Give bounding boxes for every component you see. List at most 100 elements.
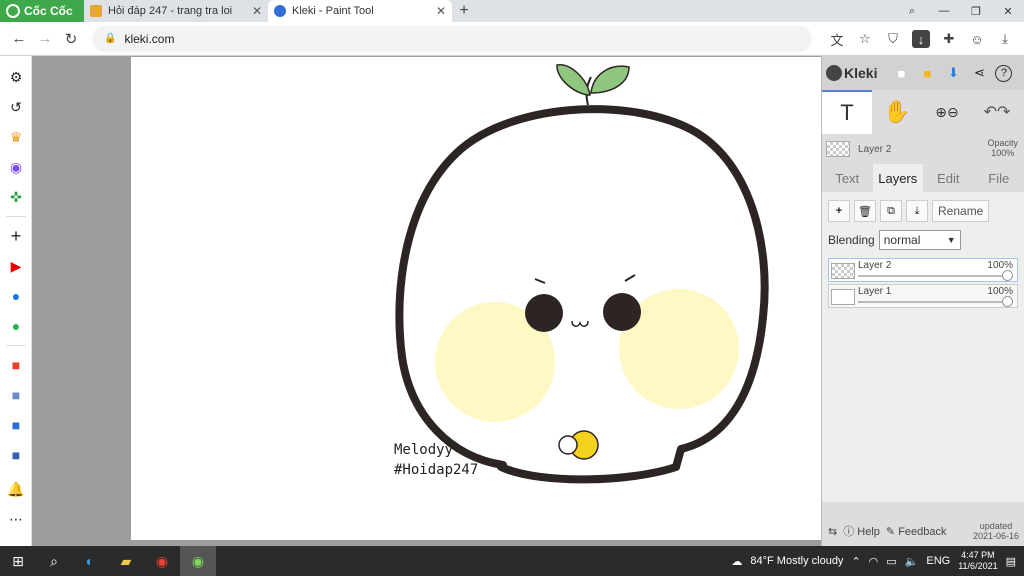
wifi-icon[interactable]: ◠ (869, 555, 879, 568)
blending-row: Blending normal ▼ (828, 230, 1018, 250)
url-field[interactable]: 🔒 kleki.com (92, 25, 812, 52)
close-tab-icon[interactable]: ✕ (252, 4, 262, 18)
volume-icon[interactable]: 🔈 (905, 555, 919, 568)
help-question-icon[interactable]: ? (995, 64, 1013, 82)
window-controls: ⌕ — ❐ ✕ (896, 0, 1024, 22)
duplicate-layer-icon[interactable]: ⧉ (880, 200, 902, 222)
caption-line1: Melodyy (394, 442, 453, 458)
tab-layers[interactable]: Layers (872, 164, 923, 192)
feedback-button[interactable]: ✎ Feedback (886, 525, 947, 538)
drawing-canvas[interactable]: Melodyy #Hoidap247 (131, 57, 821, 540)
layer-name: Layer 1 (858, 286, 892, 297)
shop-sale-icon[interactable]: ■ (0, 350, 32, 380)
history-icon[interactable]: ↺ (0, 92, 32, 122)
file-explorer-icon[interactable]: ▰ (108, 546, 144, 576)
address-bar: ← → ↻ 🔒 kleki.com 文 ☆ ⛉ ↓ ✚ ☺ ⤓ (0, 22, 1024, 56)
open-folder-icon[interactable]: ■ (917, 63, 937, 83)
edge-browser-icon[interactable]: ◐ (72, 546, 108, 576)
chrome-icon[interactable]: ◉ (144, 546, 180, 576)
rename-button[interactable]: Rename (932, 200, 990, 222)
weather-cloud-icon[interactable]: ☁ (731, 555, 742, 568)
text-tool-button[interactable]: T (822, 90, 872, 134)
language-indicator[interactable]: ENG (926, 555, 950, 567)
share-icon[interactable]: ⋖ (969, 63, 989, 83)
battery-icon[interactable]: ▭ (886, 555, 896, 568)
more-options-icon[interactable]: ⋯ (0, 504, 32, 534)
weather-text[interactable]: 84°F Mostly cloudy (750, 555, 843, 567)
calendar-sale-icon[interactable]: ■ (0, 410, 32, 440)
back-arrow-icon[interactable]: ← (6, 26, 32, 52)
tab-edit[interactable]: Edit (923, 164, 974, 192)
close-window-button[interactable]: ✕ (992, 0, 1024, 22)
search-tabs-icon[interactable]: ⌕ (896, 0, 928, 22)
settings-gear-icon[interactable]: ⚙ (0, 62, 32, 92)
spotify-icon[interactable]: ● (0, 311, 32, 341)
kleki-logo-text: Kleki (844, 65, 878, 81)
minimize-button[interactable]: — (928, 0, 960, 22)
toolbar-icons: 文 ☆ ⛉ ↓ ✚ ☺ ⤓ (824, 26, 1018, 52)
delete-layer-icon[interactable]: 🗑 (854, 200, 876, 222)
reload-icon[interactable]: ↻ (58, 26, 84, 52)
translate-icon[interactable]: 文 (824, 26, 850, 52)
tray-chevron-up-icon[interactable]: ⌃ (851, 555, 860, 568)
blending-select[interactable]: normal ▼ (878, 230, 961, 250)
opacity-label: Opacity (987, 138, 1018, 148)
game-controller-icon[interactable]: ✜ (0, 182, 32, 212)
add-shortcut-icon[interactable]: + (0, 221, 32, 251)
panel-tabs: Text Layers Edit File (822, 164, 1024, 192)
ebook-icon[interactable]: ■ (0, 440, 32, 470)
tool-row: T ✋ ⊕⊖ ↶↷ (822, 90, 1024, 134)
blending-value: normal (883, 233, 921, 247)
notification-center-icon[interactable]: ▤ (1006, 555, 1016, 568)
hand-tool-icon[interactable]: ✋ (872, 90, 922, 134)
zoom-in-out-icon[interactable]: ⊕⊖ (922, 90, 972, 134)
download-manager-icon[interactable]: ⤓ (992, 26, 1018, 52)
crown-icon[interactable]: ♛ (0, 122, 32, 152)
browser-brand[interactable]: Cốc Cốc (0, 0, 84, 22)
app-thumbnail-icon[interactable]: ■ (0, 380, 32, 410)
clock[interactable]: 4:47 PM 11/6/2021 (958, 550, 997, 572)
left-eyebrow (534, 278, 546, 284)
download-arrow-icon[interactable]: ↓ (912, 30, 930, 48)
extensions-puzzle-icon[interactable]: ✚ (936, 26, 962, 52)
restore-button[interactable]: ❐ (960, 0, 992, 22)
new-image-icon[interactable]: ■ (891, 63, 911, 83)
merge-down-icon[interactable]: ⤓ (906, 200, 928, 222)
kleki-logo[interactable]: Kleki (826, 65, 877, 81)
kleki-side-panel: Kleki ■ ■ ⬇ ⋖ ? T ✋ ⊕⊖ ↶↷ Layer 2 Opacit… (821, 56, 1024, 546)
updated-date: 2021-06-16 (972, 531, 1019, 541)
forward-arrow-icon[interactable]: → (32, 26, 58, 52)
messenger-icon[interactable]: ◉ (0, 152, 32, 182)
tab-hoidap247[interactable]: Hỏi đáp 247 - trang tra loi ✕ (84, 0, 268, 22)
add-layer-button[interactable]: + (828, 200, 850, 222)
coccoc-taskbar-icon[interactable]: ◉ (180, 546, 216, 576)
notifications-bell-icon[interactable]: 🔔 (0, 474, 32, 504)
blending-label: Blending (828, 233, 875, 247)
save-download-icon[interactable]: ⬇ (943, 63, 963, 83)
help-button[interactable]: ⓘ Help (843, 523, 880, 539)
tab-title: Kleki - Paint Tool (292, 5, 374, 17)
swap-arrows-icon[interactable]: ⇆ (828, 525, 837, 538)
new-tab-button[interactable]: + (452, 0, 476, 22)
youtube-icon[interactable]: ▶ (0, 251, 32, 281)
chevron-down-icon: ▼ (946, 235, 956, 245)
tab-kleki[interactable]: Kleki - Paint Tool ✕ (268, 0, 452, 22)
facebook-icon[interactable]: ● (0, 281, 32, 311)
undo-redo-icon[interactable]: ↶↷ (972, 90, 1022, 134)
right-eye (603, 293, 641, 331)
windows-start-icon[interactable]: ⊞ (0, 546, 36, 576)
layer-actions: + 🗑 ⧉ ⤓ Rename (828, 200, 1018, 222)
search-icon[interactable]: ⌕ (36, 546, 72, 576)
layer-row[interactable]: Layer 1 100% (828, 284, 1018, 308)
layer-thumbnail (831, 289, 855, 305)
close-tab-icon[interactable]: ✕ (436, 4, 446, 18)
tab-text[interactable]: Text (822, 164, 873, 192)
updated-info: updated 2021-06-16 (973, 521, 1019, 541)
tab-file[interactable]: File (974, 164, 1024, 192)
layer-opacity-slider[interactable] (1002, 270, 1013, 281)
profile-avatar-icon[interactable]: ☺ (964, 26, 990, 52)
layer-row[interactable]: Layer 2 100% (828, 258, 1018, 282)
layer-opacity-slider[interactable] (1002, 296, 1013, 307)
shield-icon[interactable]: ⛉ (880, 26, 906, 52)
bookmark-star-icon[interactable]: ☆ (852, 26, 878, 52)
